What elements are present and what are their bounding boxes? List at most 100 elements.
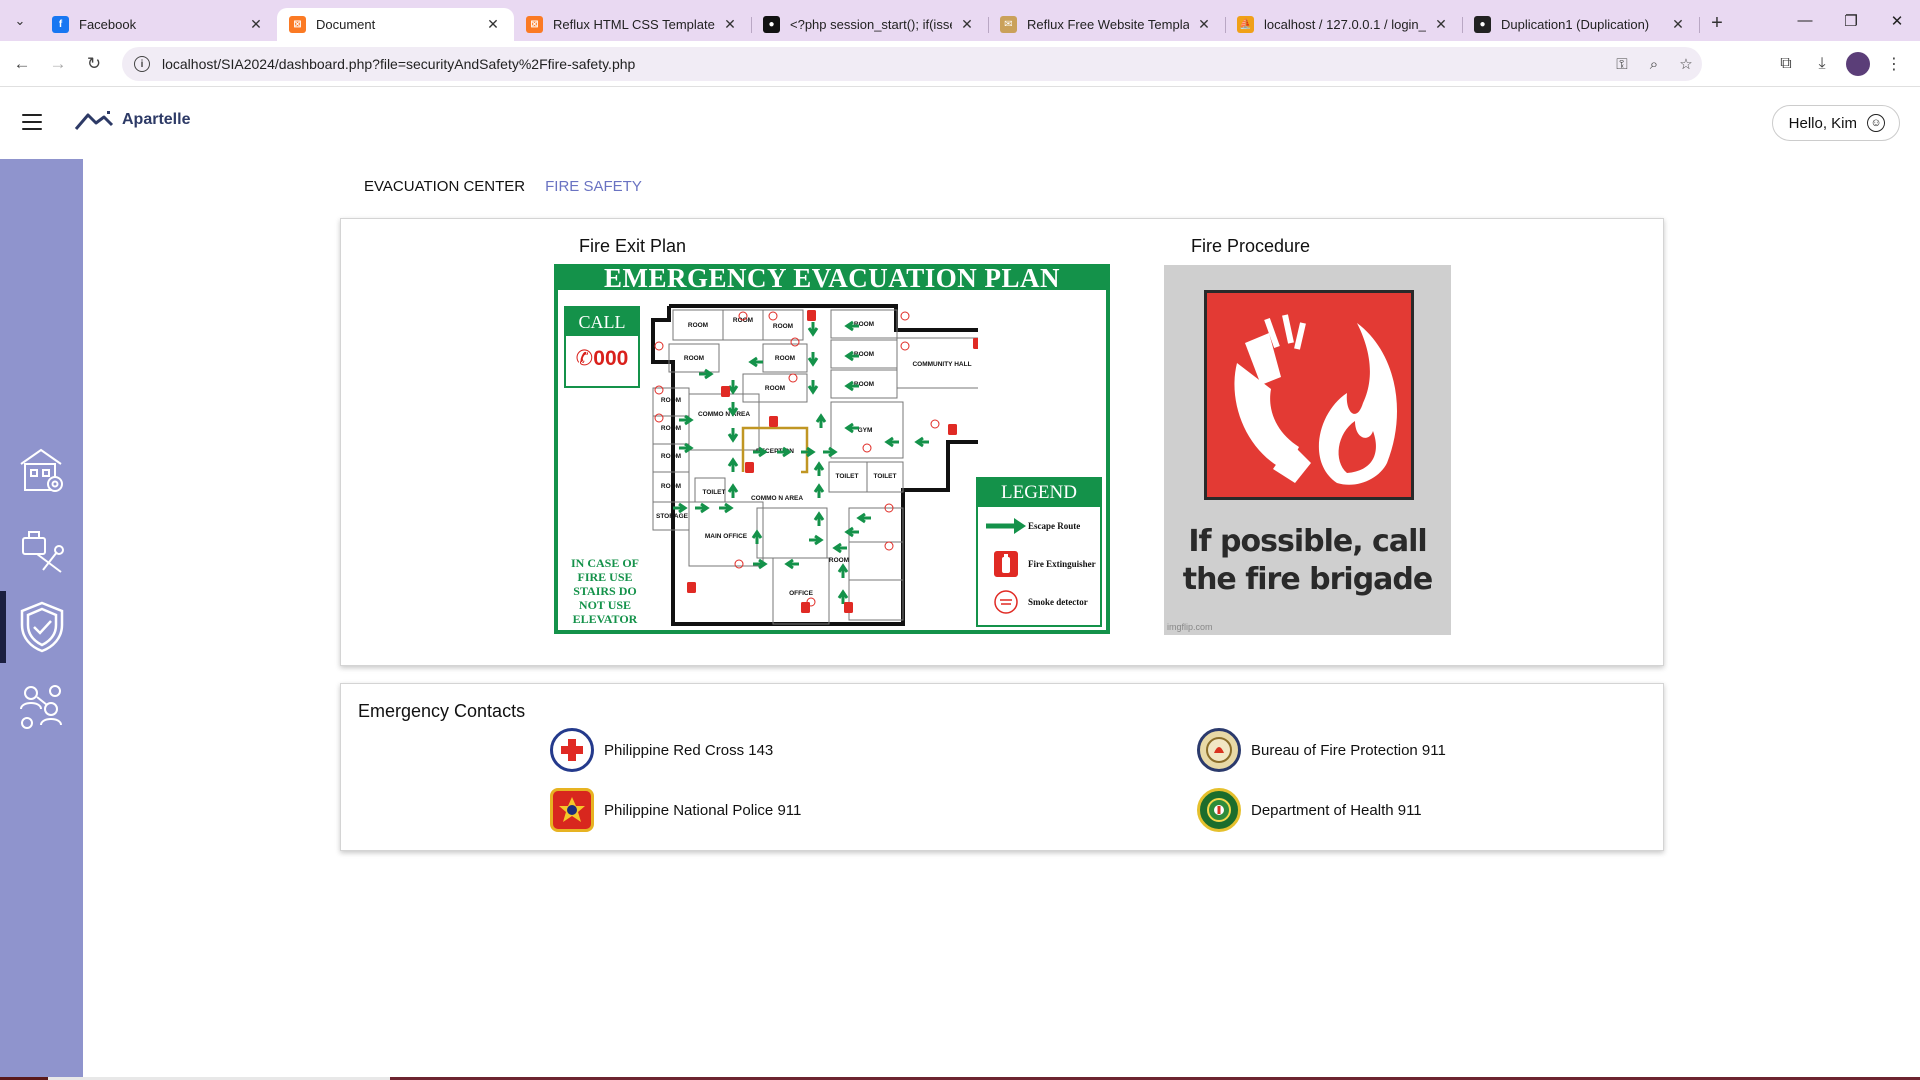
legend-title: LEGEND bbox=[978, 479, 1100, 507]
browser-tab[interactable]: ⊠ Reflux HTML CSS Template ✕ bbox=[514, 8, 752, 41]
brand-name: Apartelle bbox=[122, 111, 191, 128]
github-icon: ● bbox=[1474, 16, 1491, 33]
close-tab-icon[interactable]: ✕ bbox=[484, 16, 502, 33]
browser-tab[interactable]: ● Duplication1 (Duplication) ✕ bbox=[1462, 8, 1700, 41]
smoke-detector-marker bbox=[790, 337, 800, 347]
password-key-icon[interactable]: ⚿ bbox=[1606, 56, 1638, 73]
close-tab-icon[interactable]: ✕ bbox=[1432, 16, 1450, 33]
close-tab-icon[interactable]: ✕ bbox=[958, 16, 976, 33]
contact-national-police[interactable]: Philippine National Police 911 bbox=[550, 788, 801, 832]
contact-health[interactable]: Department of Health 911 bbox=[1197, 788, 1422, 832]
browser-tab[interactable]: ● <?php session_start(); if(isset($ ✕ bbox=[751, 8, 989, 41]
room-label: ROOM bbox=[661, 397, 681, 404]
back-icon[interactable]: ← bbox=[4, 46, 40, 82]
house-roof-icon bbox=[74, 111, 114, 130]
escape-arrow bbox=[884, 436, 899, 448]
smoke-detector-icon bbox=[984, 590, 1028, 614]
escape-arrow bbox=[815, 413, 827, 428]
escape-arrow bbox=[801, 446, 816, 458]
close-tab-icon[interactable]: ✕ bbox=[1669, 16, 1687, 33]
sub-navigation: EVACUATION CENTER FIRE SAFETY bbox=[364, 178, 642, 195]
room-label: ROOM bbox=[688, 322, 708, 329]
sidebar-item-apartment[interactable] bbox=[0, 434, 83, 506]
legend-label: Smoke detector bbox=[1028, 597, 1088, 607]
escape-arrow bbox=[807, 352, 819, 367]
new-tab-button[interactable]: + bbox=[1699, 12, 1735, 35]
address-bar[interactable]: i localhost/SIA2024/dashboard.php?file=s… bbox=[122, 47, 1702, 81]
close-tab-icon[interactable]: ✕ bbox=[1195, 16, 1213, 33]
close-window-icon[interactable]: ✕ bbox=[1874, 0, 1920, 41]
download-icon[interactable]: ⤓ bbox=[1804, 55, 1840, 73]
fire-procedure-image[interactable]: If possible, call the fire brigade imgfl… bbox=[1164, 265, 1451, 635]
room-label: ROOM bbox=[661, 425, 681, 432]
close-tab-icon[interactable]: ✕ bbox=[721, 16, 739, 33]
sidebar-item-security[interactable] bbox=[0, 591, 83, 663]
escape-arrow bbox=[784, 558, 799, 570]
tab-fire-safety[interactable]: FIRE SAFETY bbox=[545, 178, 642, 195]
xampp-icon: ⊠ bbox=[289, 16, 306, 33]
browser-tab[interactable]: ✉ Reflux Free Website Template | ✕ bbox=[988, 8, 1226, 41]
room-label: GYM bbox=[858, 427, 873, 434]
user-network-icon bbox=[19, 685, 62, 729]
legend-label: Fire Extinguisher bbox=[1028, 559, 1096, 569]
smoke-detector-marker bbox=[654, 341, 664, 351]
window-controls: — ❐ ✕ bbox=[1782, 0, 1920, 41]
evacuation-plan-image[interactable]: EMERGENCY EVACUATION PLAN CALL ✆000 IN C… bbox=[554, 264, 1110, 634]
contact-label: Department of Health 911 bbox=[1251, 801, 1422, 819]
hamburger-menu-icon[interactable] bbox=[22, 114, 42, 130]
contact-label: Bureau of Fire Protection 911 bbox=[1251, 741, 1446, 759]
fire-alarm-sign bbox=[1204, 290, 1414, 500]
escape-arrow bbox=[751, 529, 763, 544]
user-greeting-button[interactable]: Hello, Kim ☺ bbox=[1771, 105, 1900, 141]
smoke-detector-marker bbox=[654, 413, 664, 423]
forward-icon[interactable]: → bbox=[40, 46, 76, 82]
sidebar-item-maintenance[interactable] bbox=[0, 514, 83, 586]
escape-arrow bbox=[813, 461, 825, 476]
contact-red-cross[interactable]: Philippine Red Cross 143 bbox=[550, 728, 773, 772]
extensions-icon[interactable]: ⧉ bbox=[1768, 55, 1804, 73]
tab-title: Duplication1 (Duplication) bbox=[1501, 17, 1650, 32]
escape-arrow bbox=[823, 446, 838, 458]
restore-icon[interactable]: ❐ bbox=[1828, 0, 1874, 41]
escape-arrow bbox=[679, 414, 694, 426]
floor-plan: ROOM ROOM ROOM ROOM ROOM ROOM ROOM ROOM ROOM ROOM… bbox=[651, 304, 978, 626]
smoke-detector-marker bbox=[654, 385, 664, 395]
bookmark-star-icon[interactable]: ☆ bbox=[1670, 55, 1702, 73]
greeting-text: Hello, Kim bbox=[1788, 114, 1857, 132]
browser-menu-icon[interactable]: ⋮ bbox=[1876, 54, 1912, 74]
escape-arrow bbox=[809, 534, 824, 546]
close-tab-icon[interactable]: ✕ bbox=[247, 16, 265, 33]
escape-arrow bbox=[837, 563, 849, 578]
site-info-icon[interactable]: i bbox=[134, 56, 150, 72]
smoke-detector-marker bbox=[930, 419, 940, 429]
profile-avatar[interactable] bbox=[1846, 52, 1870, 76]
fire-procedure-heading: Fire Procedure bbox=[1191, 236, 1311, 256]
escape-arrow bbox=[699, 368, 714, 380]
browser-tab[interactable]: ⛵ localhost / 127.0.0.1 / login_reg ✕ bbox=[1225, 8, 1463, 41]
bfp-seal-icon bbox=[1197, 728, 1241, 772]
escape-arrow bbox=[679, 442, 694, 454]
smoke-detector-marker bbox=[862, 443, 872, 453]
contact-label: Philippine Red Cross 143 bbox=[604, 741, 774, 759]
minimize-icon[interactable]: — bbox=[1782, 0, 1828, 41]
reload-icon[interactable]: ↻ bbox=[76, 46, 112, 82]
url-text[interactable]: localhost/SIA2024/dashboard.php?file=sec… bbox=[162, 56, 1606, 72]
legend-box: LEGEND Escape Route Fire Extinguisher Sm… bbox=[976, 477, 1102, 627]
tab-search-chevron-icon[interactable]: ⌄ bbox=[0, 0, 40, 41]
image-watermark: imgflip.com bbox=[1167, 622, 1213, 632]
brand-logo[interactable]: Apartelle bbox=[74, 109, 190, 131]
escape-arrow bbox=[914, 436, 929, 448]
sidebar-item-users[interactable] bbox=[0, 671, 83, 743]
smoke-detector-marker bbox=[734, 559, 744, 569]
contact-fire-protection[interactable]: Bureau of Fire Protection 911 bbox=[1197, 728, 1446, 772]
sidebar bbox=[0, 159, 83, 1080]
fire-extinguisher-marker bbox=[807, 310, 816, 321]
smoke-detector-marker bbox=[768, 311, 778, 321]
browser-tab[interactable]: ⊠ Document ✕ bbox=[277, 8, 514, 41]
legend-escape-route: Escape Route bbox=[978, 507, 1100, 545]
zoom-icon[interactable]: ⌕ bbox=[1638, 56, 1670, 73]
browser-tab[interactable]: f Facebook ✕ bbox=[40, 8, 277, 41]
room-label: TOILET bbox=[703, 489, 726, 496]
tab-evacuation-center[interactable]: EVACUATION CENTER bbox=[364, 178, 525, 195]
escape-arrow bbox=[727, 457, 739, 472]
